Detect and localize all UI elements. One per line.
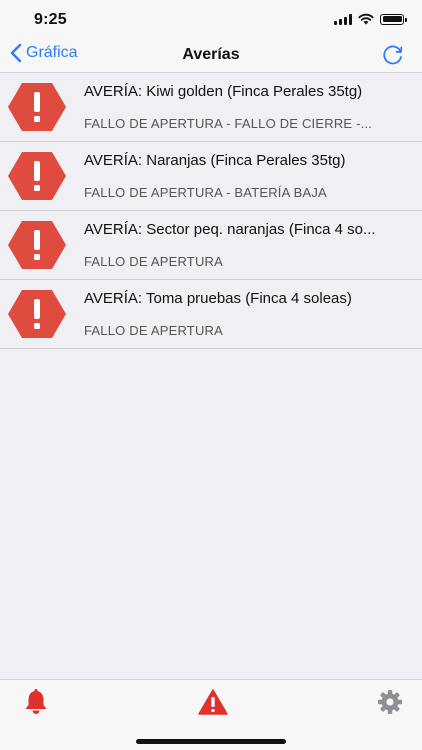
status-bar: 9:25 bbox=[0, 0, 422, 40]
list-item-subtitle: FALLO DE APERTURA - FALLO DE CIERRE -... bbox=[84, 116, 373, 131]
alert-octagon-icon bbox=[8, 152, 66, 200]
home-indicator bbox=[136, 739, 286, 744]
status-time: 9:25 bbox=[34, 11, 67, 28]
list-item-title: AVERÍA: Sector peq. naranjas (Finca 4 so… bbox=[84, 221, 376, 238]
alert-octagon-icon bbox=[8, 83, 66, 131]
list-item[interactable]: AVERÍA: Kiwi golden (Finca Perales 35tg)… bbox=[0, 73, 422, 142]
page-title: Averías bbox=[182, 46, 240, 63]
list-item[interactable]: AVERÍA: Toma pruebas (Finca 4 soleas) FA… bbox=[0, 280, 422, 349]
battery-icon bbox=[380, 13, 407, 25]
status-icons bbox=[334, 13, 407, 25]
screen: 9:25 Gráfica Averías AVERÍA: Kiwi golden… bbox=[0, 0, 422, 750]
warning-icon[interactable] bbox=[198, 688, 228, 716]
list-item-title: AVERÍA: Kiwi golden (Finca Perales 35tg) bbox=[84, 83, 363, 100]
list-item-subtitle: FALLO DE APERTURA - BATERÍA BAJA bbox=[84, 185, 327, 200]
list-item-title: AVERÍA: Toma pruebas (Finca 4 soleas) bbox=[84, 290, 352, 307]
list-item[interactable]: AVERÍA: Naranjas (Finca Perales 35tg) FA… bbox=[0, 142, 422, 211]
refresh-icon[interactable] bbox=[380, 42, 406, 68]
gear-icon[interactable] bbox=[375, 688, 405, 716]
cellular-signal-icon bbox=[334, 13, 352, 25]
list-item-title: AVERÍA: Naranjas (Finca Perales 35tg) bbox=[84, 152, 346, 169]
wifi-icon bbox=[358, 13, 374, 25]
list-item[interactable]: AVERÍA: Sector peq. naranjas (Finca 4 so… bbox=[0, 211, 422, 280]
alert-octagon-icon bbox=[8, 221, 66, 269]
list-item-subtitle: FALLO DE APERTURA bbox=[84, 254, 223, 269]
navigation-bar: Gráfica Averías bbox=[0, 40, 422, 73]
list-item-subtitle: FALLO DE APERTURA bbox=[84, 323, 223, 338]
bell-icon[interactable] bbox=[21, 688, 51, 716]
alert-octagon-icon bbox=[8, 290, 66, 338]
fault-list: AVERÍA: Kiwi golden (Finca Perales 35tg)… bbox=[0, 73, 422, 349]
